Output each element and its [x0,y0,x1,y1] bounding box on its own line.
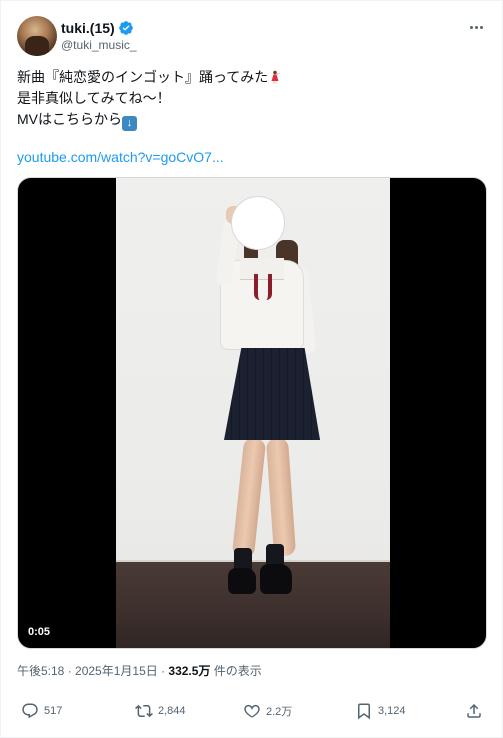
share-icon [467,703,481,718]
figure-skirt-pleats [224,348,320,440]
repost-button[interactable]: 2,844 [135,702,186,720]
more-options-icon[interactable] [466,20,486,34]
figure-leg [231,437,267,559]
tweet-line-1: 新曲『純恋愛のインゴット』踊ってみた [17,67,487,88]
tweet-header: tuki.(15) @tuki_music_ [17,16,486,60]
more-dot [479,25,483,29]
tweet-meta: 午後5:18 · 2025年1月15日 · 332.5万 件の表示 [17,662,262,679]
tweet-text: 新曲『純恋愛のインゴット』踊ってみた 是非真似してみてね〜！ MVはこちらから ↓ [17,67,487,131]
tweet-line-3-text: MVはこちらから [17,111,122,127]
down-arrow-emoji-icon: ↓ [122,116,137,131]
tweet-timestamp[interactable]: 午後5:18 · 2025年1月15日 · [17,664,168,678]
like-count: 2.2万 [266,706,293,718]
tweet-line-1-text: 新曲『純恋愛のインゴット』踊ってみた [17,69,269,85]
more-dot [474,25,478,29]
figure-ribbon [254,274,272,300]
face-blur-circle [231,196,285,250]
more-dot [469,25,473,29]
author-handle[interactable]: @tuki_music_ [61,38,137,52]
tweet-line-2: 是非真似してみてね〜！ [17,90,171,106]
heart-icon [244,704,260,718]
bookmark-icon [358,703,370,720]
views-label: 件の表示 [210,664,262,678]
bookmark-button[interactable]: 3,124 [355,702,406,720]
dancer-emoji-icon [271,70,281,84]
avatar[interactable] [17,16,57,56]
reply-button[interactable]: 517 [21,702,62,720]
author-name-row: tuki.(15) [61,19,134,37]
like-button[interactable]: 2.2万 [243,702,292,720]
bookmark-count: 3,124 [378,705,406,717]
repost-count: 2,844 [158,705,186,717]
verified-badge-icon [118,21,133,35]
tweet-card: tuki.(15) @tuki_music_ 新曲『純恋愛のインゴット』踊ってみ… [0,0,503,738]
video-duration: 0:05 [28,626,51,638]
action-bar: 517 2,844 2.2万 3,124 [17,698,487,728]
author-display-name[interactable]: tuki.(15) [61,20,115,36]
video-frame [116,178,390,648]
reply-count: 517 [44,705,63,717]
figure-leg [265,437,297,557]
figure-shoe [228,568,256,594]
share-button[interactable] [465,702,483,720]
figure-shoe [260,564,292,594]
tweet-line-3: MVはこちらから ↓ [17,109,487,131]
reply-icon [22,703,38,719]
repost-icon [135,704,153,718]
view-count: 332.5万 [168,664,211,678]
youtube-link[interactable]: youtube.com/watch?v=goCvO7... [17,149,224,165]
video-player[interactable]: 0:05 [17,177,487,649]
